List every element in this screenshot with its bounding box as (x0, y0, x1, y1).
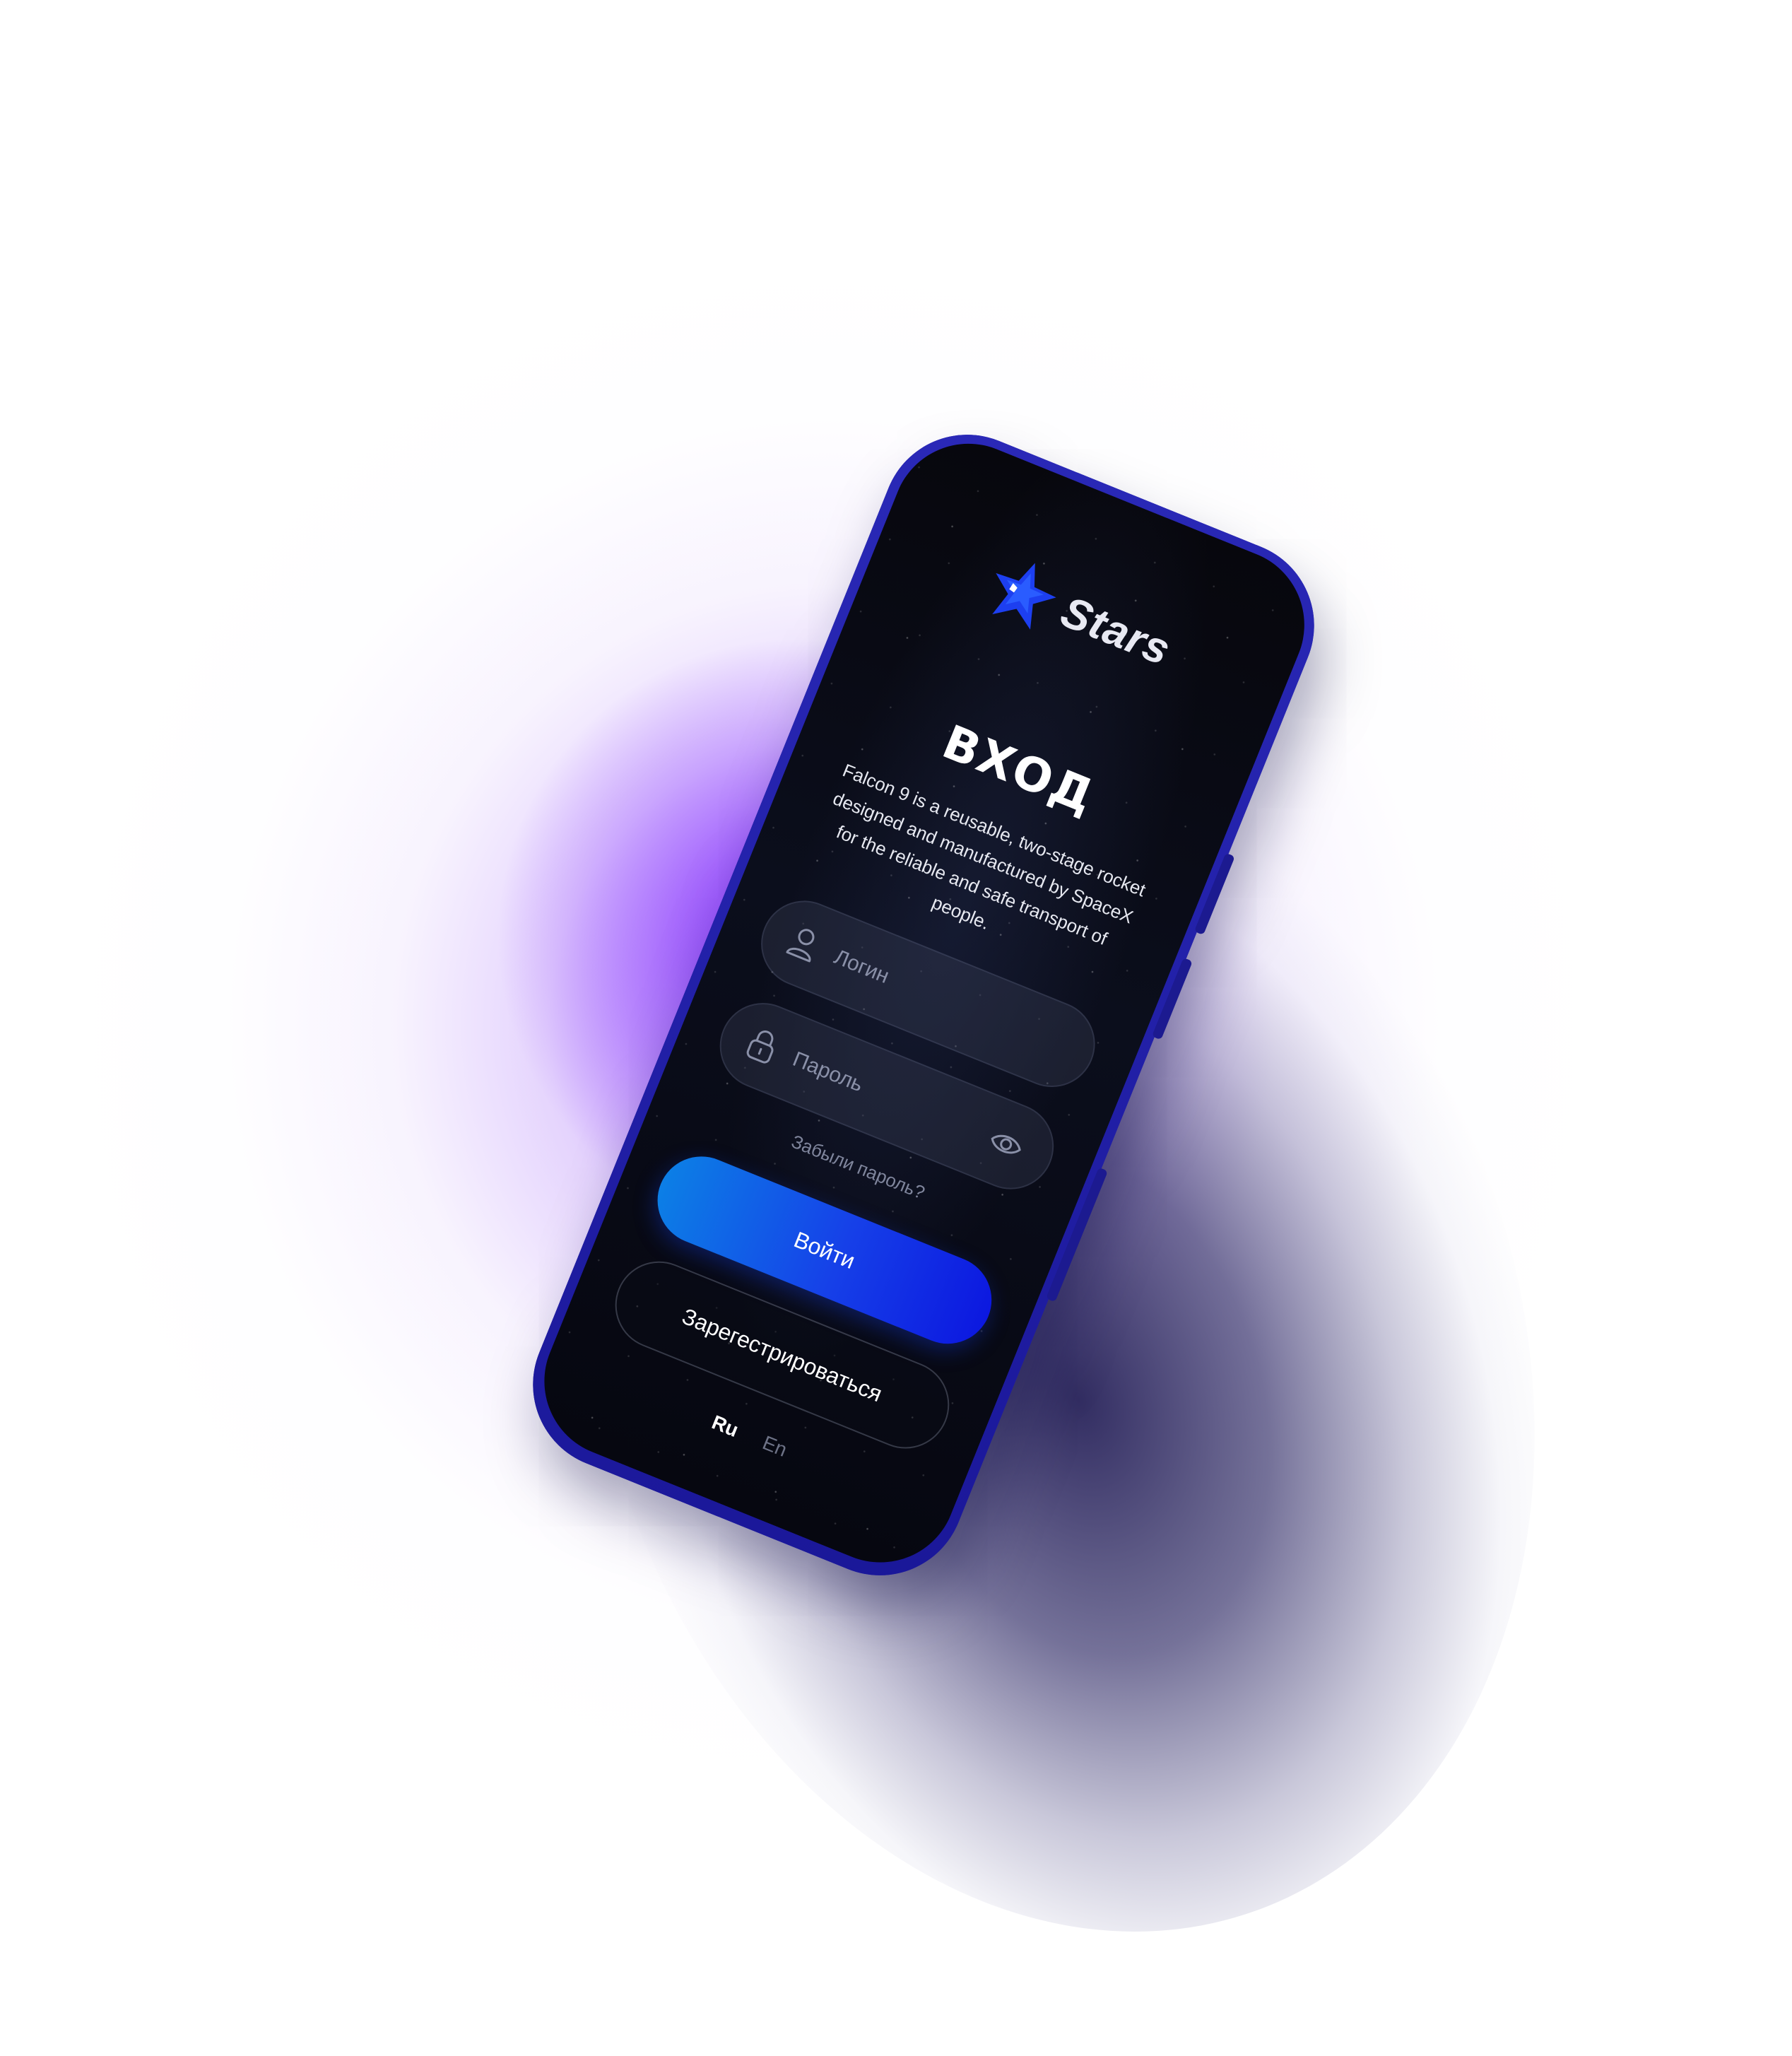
user-icon (783, 922, 825, 965)
eye-icon[interactable] (984, 1124, 1028, 1165)
phone-mockup: Stars ВХОД Falcon 9 is a reusable, two-s… (507, 409, 1340, 1602)
phone-screen: Stars ВХОД Falcon 9 is a reusable, two-s… (521, 421, 1328, 1586)
lock-icon (741, 1024, 783, 1067)
